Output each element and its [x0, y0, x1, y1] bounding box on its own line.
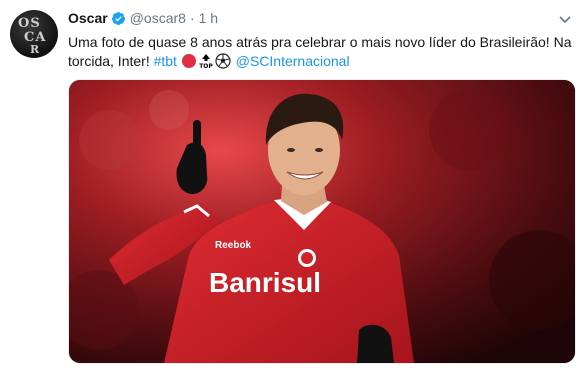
tweet-text-line-1: Uma foto de quase 8 anos atrás pra celeb…: [68, 34, 572, 50]
mention-link[interactable]: @SCInternacional: [236, 53, 350, 69]
shirt-brand-text: Reebok: [215, 240, 252, 251]
timestamp[interactable]: 1 h: [199, 10, 218, 26]
avatar-letters-1: OS: [18, 16, 41, 31]
top-arrow-emoji: TOP: [198, 53, 214, 70]
red-circle-emoji: [181, 53, 197, 69]
tweet-photo[interactable]: Reebok Banrisul: [68, 79, 576, 364]
tweet-header: Oscar @oscar8 · 1 h: [68, 9, 218, 27]
avatar[interactable]: OS CA R: [10, 10, 58, 58]
tweet[interactable]: OS CA R Oscar @oscar8 · 1 h Uma foto de …: [0, 0, 586, 375]
separator-dot: ·: [189, 10, 195, 26]
hashtag-link[interactable]: #tbt: [154, 53, 177, 69]
tweet-text-line-2: torcida, Inter!: [68, 53, 154, 69]
svg-text:TOP: TOP: [199, 63, 213, 69]
avatar-letters-3: R: [30, 43, 41, 56]
author-handle[interactable]: @oscar8: [130, 10, 186, 26]
photo-illustration: Reebok Banrisul: [69, 80, 575, 363]
soccer-ball-emoji: [215, 53, 231, 69]
chevron-down-icon[interactable]: [559, 12, 571, 24]
author-name[interactable]: Oscar: [68, 10, 108, 26]
shirt-sponsor-text: Banrisul: [209, 267, 321, 298]
verified-badge-icon: [111, 11, 126, 26]
tweet-text: Uma foto de quase 8 anos atrás pra celeb…: [68, 33, 573, 71]
